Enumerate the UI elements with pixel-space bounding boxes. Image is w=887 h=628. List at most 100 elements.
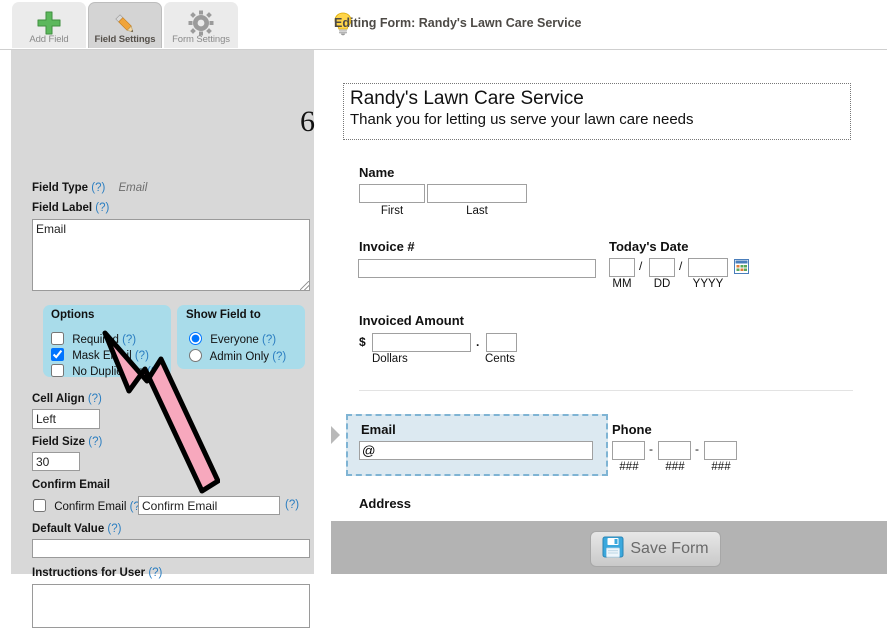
calendar-icon[interactable] [734, 259, 749, 279]
option-mask-email-help-icon[interactable]: (?) [135, 350, 149, 362]
cell-align-label: Cell Align (?) [32, 393, 102, 405]
option-no-duplicates-help-icon[interactable]: (?) [147, 366, 161, 378]
option-required-label: Required [72, 334, 119, 346]
option-no-duplicates[interactable]: No Duplicates (?) [51, 364, 161, 378]
instructions-input[interactable] [32, 584, 310, 628]
confirm-email-text-input[interactable] [138, 496, 280, 515]
confirm-email-checkbox[interactable] [33, 499, 46, 512]
field-type-value: Email [118, 182, 148, 194]
date-mm-input[interactable] [609, 258, 635, 277]
confirm-email-heading: Confirm Email [32, 479, 110, 491]
amount-decimal-point: . [476, 335, 480, 349]
default-value-label: Default Value (?) [32, 523, 122, 535]
instructions-help-icon[interactable]: (?) [148, 567, 162, 579]
page-title: Editing Form: Randy's Lawn Care Service [334, 16, 582, 30]
phone-separator-1: - [649, 442, 653, 456]
field-size-input[interactable] [32, 452, 80, 471]
form-preview-pane: Randy's Lawn Care Service Thank you for … [331, 50, 887, 521]
floppy-disk-icon [602, 536, 624, 563]
amount-cents-sublabel: Cents [485, 353, 516, 365]
email-field-label: Email [361, 422, 396, 437]
option-no-duplicates-checkbox[interactable] [51, 364, 64, 377]
address-field-label: Address [359, 496, 412, 511]
option-required-help-icon[interactable]: (?) [122, 334, 136, 346]
option-no-duplicates-label: No Duplicates [72, 366, 144, 378]
sidebar-preview-gap [314, 50, 331, 574]
option-mask-email-label: Mask Email [72, 350, 132, 362]
default-value-help-icon[interactable]: (?) [107, 523, 121, 535]
name-first-input[interactable] [359, 184, 425, 203]
option-required[interactable]: Required (?) [51, 332, 136, 346]
tab-add-field-label: Add Field [29, 34, 69, 45]
date-yyyy-input[interactable] [688, 258, 728, 277]
show-field-everyone-label: Everyone [210, 334, 259, 346]
instructions-label: Instructions for User (?) [32, 567, 163, 579]
invoice-input[interactable] [358, 259, 596, 278]
email-input[interactable] [359, 441, 593, 460]
form-subtitle: Thank you for letting us serve your lawn… [350, 111, 694, 128]
phone-part2-sublabel: ### [665, 461, 685, 473]
name-first-sublabel: First [380, 205, 404, 217]
phone-separator-2: - [695, 442, 699, 456]
field-settings-sidebar: Field Type (?) Email Field Label (?) Opt… [11, 50, 314, 628]
confirm-email-help-icon-2[interactable]: (?) [285, 499, 299, 511]
confirm-email-checkbox-label: Confirm Email [54, 501, 127, 513]
invoice-field-label: Invoice # [359, 239, 415, 254]
amount-currency-symbol: $ [359, 335, 366, 349]
amount-dollars-input[interactable] [372, 333, 471, 352]
show-field-everyone-radio[interactable] [189, 332, 202, 345]
show-field-admin-only-help-icon[interactable]: (?) [272, 351, 286, 363]
save-form-button-label: Save Form [630, 540, 709, 557]
name-last-sublabel: Last [466, 205, 488, 217]
form-footer-bar: Save Form [331, 521, 887, 574]
option-mask-email[interactable]: Mask Email (?) [51, 348, 149, 362]
tab-form-settings[interactable]: Form Settings [164, 2, 238, 48]
show-field-everyone[interactable]: Everyone (?) [189, 332, 276, 346]
field-size-help-icon[interactable]: (?) [88, 436, 102, 448]
phone-part2-input[interactable] [658, 441, 691, 460]
save-form-button[interactable]: Save Form [590, 531, 721, 567]
option-required-checkbox[interactable] [51, 332, 64, 345]
amount-field-label: Invoiced Amount [359, 313, 464, 328]
show-field-everyone-help-icon[interactable]: (?) [262, 334, 276, 346]
confirm-email-row[interactable]: Confirm Email (?) [33, 499, 144, 513]
section-divider [359, 390, 853, 391]
phone-part1-input[interactable] [612, 441, 645, 460]
form-header-block[interactable]: Randy's Lawn Care Service Thank you for … [343, 83, 851, 140]
name-last-input[interactable] [427, 184, 527, 203]
date-dd-input[interactable] [649, 258, 675, 277]
show-field-to-title: Show Field to [186, 309, 261, 321]
field-type-label: Field Type (?) Email [32, 182, 148, 194]
phone-field-label: Phone [612, 422, 652, 437]
amount-cents-input[interactable] [486, 333, 517, 352]
name-field-label: Name [359, 165, 395, 180]
date-mm-sublabel: MM [612, 278, 632, 290]
show-field-admin-only-label: Admin Only [209, 351, 269, 363]
option-mask-email-checkbox[interactable] [51, 348, 64, 361]
tab-field-settings-label: Field Settings [94, 34, 156, 45]
cell-align-select[interactable] [32, 409, 100, 429]
show-field-admin-only[interactable]: Admin Only (?) [189, 349, 286, 363]
cell-align-help-icon[interactable]: (?) [88, 393, 102, 405]
default-value-input[interactable] [32, 539, 310, 558]
field-label-input[interactable] [32, 219, 310, 291]
field-size-label: Field Size (?) [32, 436, 103, 448]
selected-field-pointer-icon [331, 424, 340, 446]
field-type-help-icon[interactable]: (?) [91, 182, 105, 194]
field-label-help-icon[interactable]: (?) [95, 202, 109, 214]
amount-dollars-sublabel: Dollars [372, 353, 408, 365]
tab-field-settings[interactable]: Field Settings [88, 2, 162, 48]
date-dd-sublabel: DD [653, 278, 671, 290]
top-tab-bar: Add Field Field Settings Form Settings E… [0, 0, 887, 50]
date-separator-1: / [639, 259, 643, 273]
phone-part3-input[interactable] [704, 441, 737, 460]
field-label-label: Field Label (?) [32, 202, 110, 214]
form-title: Randy's Lawn Care Service [350, 88, 584, 109]
phone-part1-sublabel: ### [619, 461, 639, 473]
tab-add-field[interactable]: Add Field [12, 2, 86, 48]
field-label-resize-grip[interactable] [300, 281, 309, 290]
show-field-admin-only-radio[interactable] [189, 349, 202, 362]
date-yyyy-sublabel: YYYY [692, 278, 724, 290]
field-number-badge: 6 [300, 105, 315, 138]
phone-part3-sublabel: ### [711, 461, 731, 473]
